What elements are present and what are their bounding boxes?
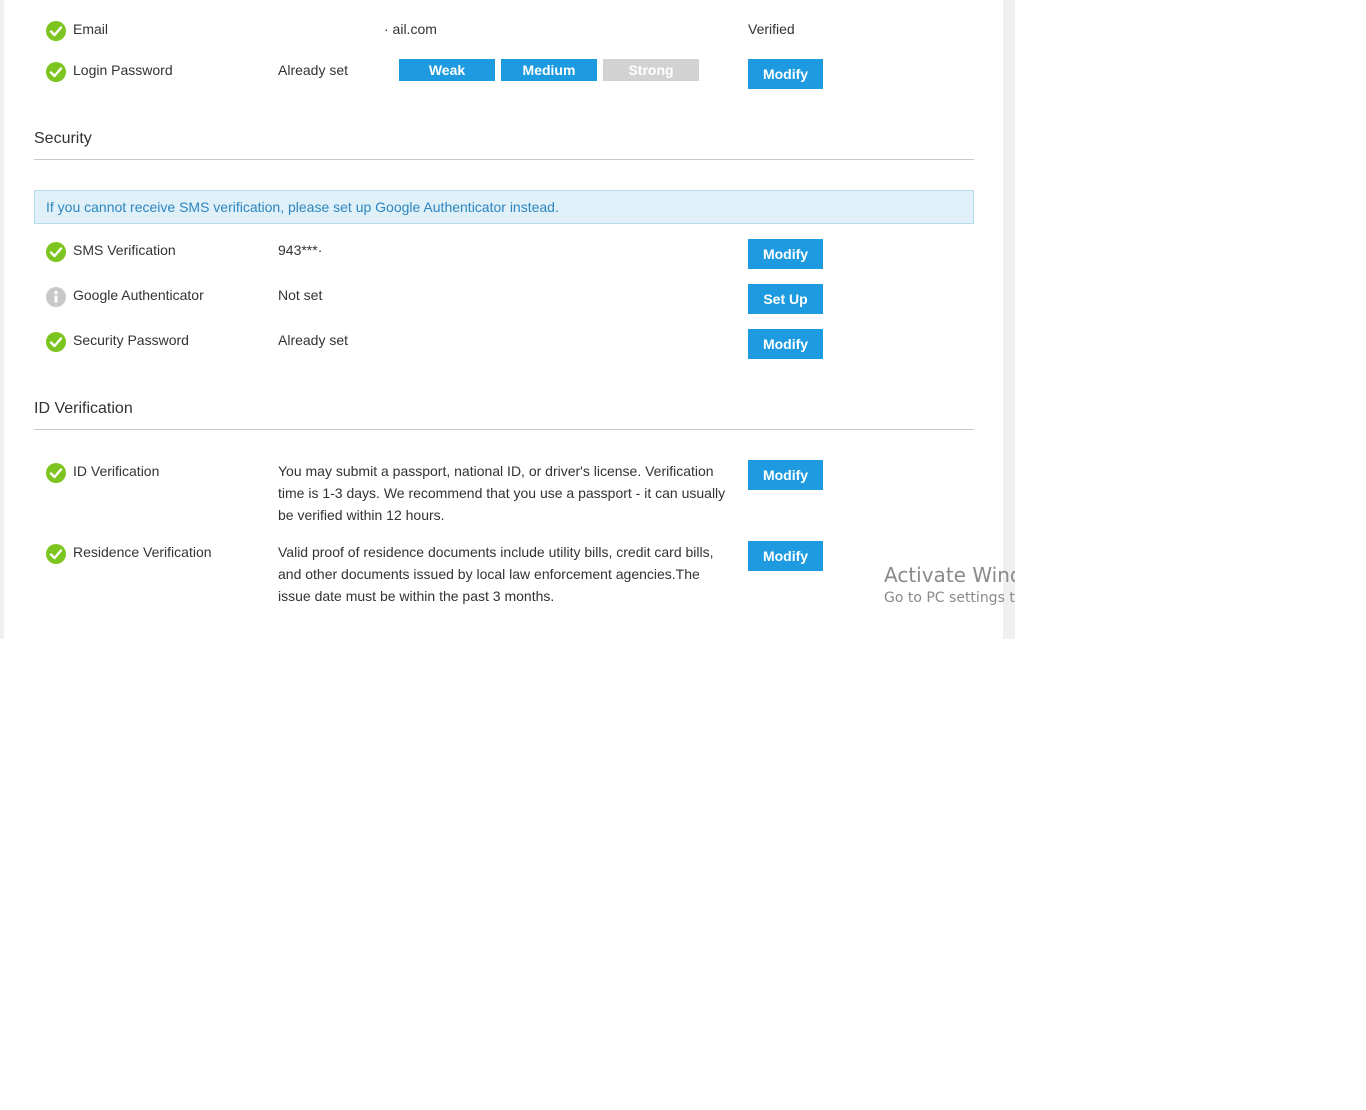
email-value: · ail.com — [384, 21, 437, 37]
check-circle-icon — [46, 332, 66, 352]
id-verification-section-title: ID Verification — [34, 400, 133, 417]
app-window: Email · ail.com Verified Login Password … — [0, 0, 1015, 639]
email-status: Verified — [748, 21, 795, 37]
sms-notice-banner: If you cannot receive SMS verification, … — [34, 190, 974, 224]
check-circle-icon — [46, 544, 66, 564]
security-password-label: Security Password — [73, 332, 189, 348]
strength-weak: Weak — [399, 59, 495, 81]
modify-id-verification-button[interactable]: Modify — [748, 460, 823, 490]
security-settings-panel: Email · ail.com Verified Login Password … — [4, 0, 1003, 639]
info-circle-icon — [46, 287, 66, 307]
login-password-label: Login Password — [73, 62, 173, 78]
google-authenticator-label: Google Authenticator — [73, 287, 204, 303]
google-authenticator-value: Not set — [278, 287, 323, 303]
check-circle-icon — [46, 463, 66, 483]
watermark-title: Activate Windows — [884, 563, 1015, 587]
sms-verification-label: SMS Verification — [73, 242, 176, 258]
residence-verification-label: Residence Verification — [73, 544, 212, 560]
id-verification-description: You may submit a passport, national ID, … — [278, 463, 726, 523]
section-divider — [34, 429, 974, 430]
security-password-value: Already set — [278, 332, 349, 348]
strength-strong: Strong — [603, 59, 699, 81]
watermark-subtitle: Go to PC settings to activate Windows. — [884, 590, 1015, 606]
check-circle-icon — [46, 21, 66, 41]
activate-windows-watermark: Activate Windows Go to PC settings to ac… — [884, 563, 1015, 609]
section-divider — [34, 159, 974, 160]
check-circle-icon — [46, 242, 66, 262]
modify-residence-verification-button[interactable]: Modify — [748, 541, 823, 571]
security-section-title: Security — [34, 130, 92, 147]
modify-login-password-button[interactable]: Modify — [748, 59, 823, 89]
setup-google-authenticator-button[interactable]: Set Up — [748, 284, 823, 314]
modify-sms-button[interactable]: Modify — [748, 239, 823, 269]
id-verification-label: ID Verification — [73, 463, 160, 479]
login-password-value: Already set — [278, 62, 349, 78]
check-circle-icon — [46, 62, 66, 82]
residence-verification-description: Valid proof of residence documents inclu… — [278, 544, 714, 604]
strength-medium: Medium — [501, 59, 597, 81]
email-label: Email — [73, 21, 109, 37]
sms-phone-value: 943***· — [278, 242, 323, 258]
modify-security-password-button[interactable]: Modify — [748, 329, 823, 359]
